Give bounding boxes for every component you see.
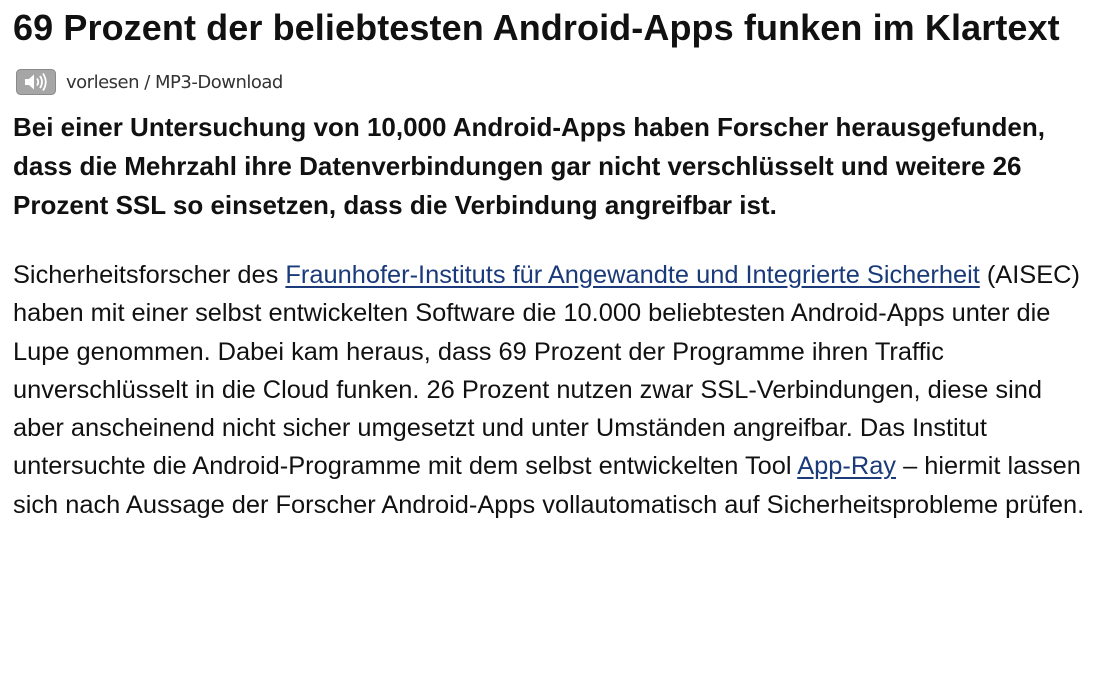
article-lead: Bei einer Untersuchung von 10,000 Androi…	[13, 112, 1046, 220]
audio-separator: /	[139, 71, 156, 93]
app-ray-link[interactable]: App-Ray	[797, 452, 896, 480]
speaker-icon[interactable]	[16, 68, 56, 96]
body-middle: (AISEC) haben mit einer selbst entwickel…	[13, 261, 1080, 481]
fraunhofer-link[interactable]: Fraunhofer-Instituts für Angewandte und …	[285, 261, 979, 289]
audio-controls: vorlesen / MP3-Download	[13, 68, 1094, 96]
read-aloud-link[interactable]: vorlesen	[66, 72, 140, 93]
article: 69 Prozent der beliebtesten Android-Apps…	[0, 0, 1107, 524]
mp3-download-link[interactable]: MP3-Download	[155, 72, 283, 93]
body-intro: Sicherheitsforscher des	[13, 261, 286, 289]
article-body: Sicherheitsforscher des Fraunhofer-Insti…	[13, 256, 1094, 524]
article-title: 69 Prozent der beliebtesten Android-Apps…	[13, 7, 1060, 48]
audio-links: vorlesen / MP3-Download	[66, 72, 283, 93]
